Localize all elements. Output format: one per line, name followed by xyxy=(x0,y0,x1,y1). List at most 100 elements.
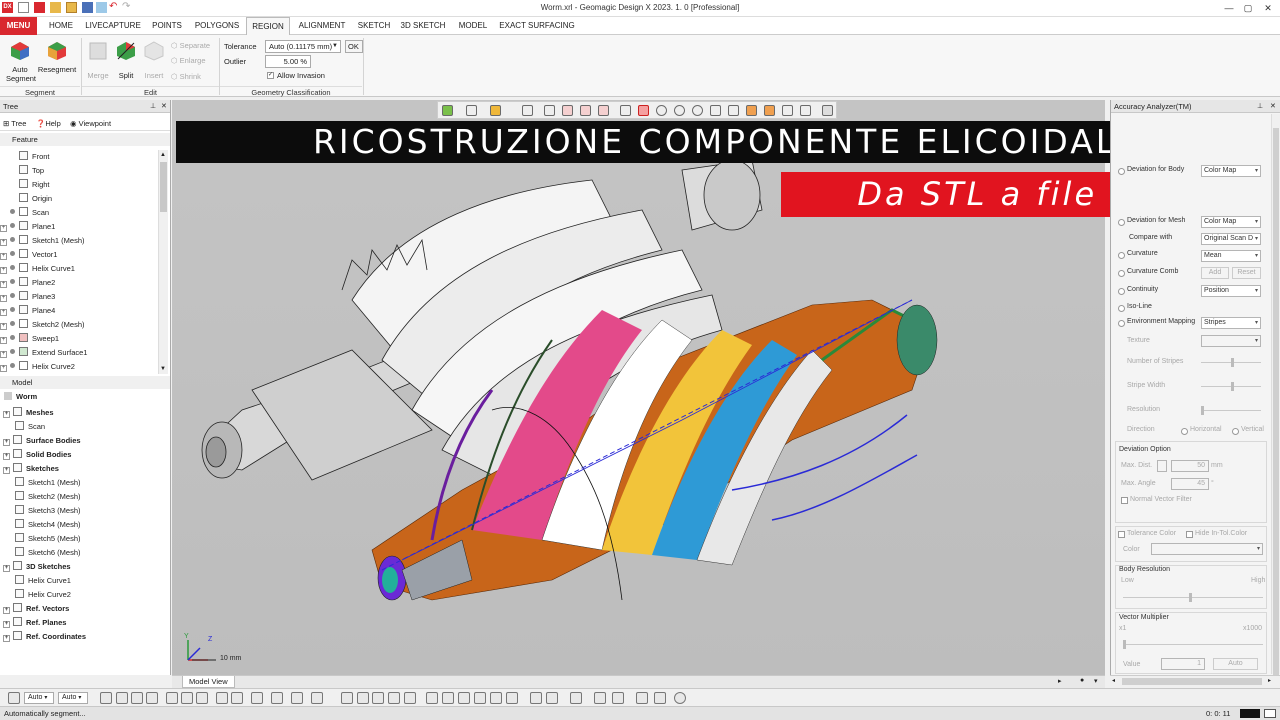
visibility-dot-icon[interactable] xyxy=(10,363,15,368)
rotate-icon[interactable] xyxy=(490,692,502,704)
tab-3d-sketch[interactable]: 3D SKETCH xyxy=(399,17,447,35)
iso-line-radio[interactable] xyxy=(1118,305,1125,312)
tab-menu-icon[interactable]: ▾ xyxy=(1094,677,1098,685)
select-edge-icon[interactable] xyxy=(166,692,178,704)
light-icon[interactable] xyxy=(636,692,648,704)
feature-item[interactable]: +Origin xyxy=(0,192,52,206)
select-sketch-icon[interactable] xyxy=(216,692,228,704)
feature-item[interactable]: + Plane1 xyxy=(0,220,55,234)
expand-icon[interactable]: + xyxy=(3,565,10,572)
deviation-for-mesh-select[interactable]: Color Map ▾ xyxy=(1201,216,1261,228)
tab-polygons[interactable]: POLYGONS xyxy=(192,17,242,35)
scroll-thumb[interactable] xyxy=(1122,678,1262,685)
line-select-icon[interactable] xyxy=(620,105,631,116)
model-item[interactable]: + Meshes xyxy=(3,406,54,420)
view-back-icon[interactable] xyxy=(372,692,384,704)
deviation-for-body-radio[interactable] xyxy=(1118,168,1125,175)
view-iso-icon[interactable] xyxy=(458,692,470,704)
view-front-icon[interactable] xyxy=(357,692,369,704)
feature-item[interactable]: +Scan xyxy=(0,206,49,220)
tab-region[interactable]: REGION xyxy=(246,17,290,35)
add-button[interactable]: Add xyxy=(1201,267,1229,279)
reset-button[interactable]: Reset xyxy=(1232,267,1261,279)
model-item[interactable]: Sketch4 (Mesh) xyxy=(15,518,81,532)
lasso-icon[interactable] xyxy=(562,105,573,116)
expand-icon[interactable]: + xyxy=(0,295,7,302)
expand-icon[interactable]: + xyxy=(0,239,7,246)
model-item[interactable]: + Surface Bodies xyxy=(3,434,81,448)
select-curve-icon[interactable] xyxy=(231,692,243,704)
rect-select-icon[interactable] xyxy=(638,105,649,116)
expand-icon[interactable]: + xyxy=(3,411,10,418)
max-dist-input[interactable]: 50 xyxy=(1171,460,1209,472)
slider-thumb[interactable] xyxy=(1123,640,1126,649)
expand-icon[interactable]: + xyxy=(0,225,7,232)
select-coord-icon[interactable] xyxy=(291,692,303,704)
shading-icon[interactable] xyxy=(654,692,666,704)
visibility-dot-icon[interactable] xyxy=(10,335,15,340)
expand-icon[interactable]: + xyxy=(3,453,10,460)
expand-icon[interactable]: + xyxy=(0,267,7,274)
select-feature-icon[interactable] xyxy=(311,692,323,704)
split-button[interactable]: Split xyxy=(113,41,139,80)
tab-sketch[interactable]: SKETCH xyxy=(354,17,394,35)
feature-scrollbar[interactable]: ▲ ▼ xyxy=(158,150,168,374)
visibility-dot-icon[interactable] xyxy=(10,265,15,270)
pan-icon[interactable] xyxy=(506,692,518,704)
feature-item[interactable]: + Plane3 xyxy=(0,290,55,304)
freehand-select-icon[interactable] xyxy=(692,105,703,116)
model-item[interactable]: Sketch5 (Mesh) xyxy=(15,532,81,546)
deviation-for-body-select[interactable]: Color Map ▾ xyxy=(1201,165,1261,177)
minimize-icon[interactable]: — xyxy=(1222,2,1236,14)
tolerance-color-checkbox[interactable] xyxy=(1118,531,1125,538)
accuracy-scrollbar[interactable] xyxy=(1271,114,1280,678)
value-input[interactable]: 1 xyxy=(1161,658,1205,670)
texture-select[interactable]: ▾ xyxy=(1201,335,1261,347)
box-select-icon[interactable] xyxy=(522,105,533,116)
model-item[interactable]: Helix Curve2 xyxy=(15,588,71,602)
model-root[interactable]: Worm xyxy=(4,392,37,401)
view-right-icon[interactable] xyxy=(404,692,416,704)
model-view-tab[interactable]: Model View xyxy=(182,676,235,688)
model-item[interactable]: Scan xyxy=(15,420,45,434)
model-item[interactable]: +3D Sketches xyxy=(3,560,71,574)
max-dist-toggle[interactable] xyxy=(1157,460,1167,472)
model-item[interactable]: + Ref. Planes xyxy=(3,616,66,630)
feature-item[interactable]: + Extend Surface1 xyxy=(0,346,87,360)
expand-icon[interactable]: + xyxy=(0,365,7,372)
expand-icon[interactable]: + xyxy=(0,281,7,288)
view-bottom-icon[interactable] xyxy=(442,692,454,704)
select-body-icon[interactable] xyxy=(196,692,208,704)
stripes-slider[interactable] xyxy=(1201,358,1261,367)
expand-icon[interactable]: + xyxy=(3,439,10,446)
zoom-in-icon[interactable] xyxy=(530,692,542,704)
environment-mapping-radio[interactable] xyxy=(1118,320,1125,327)
tab-alignment[interactable]: ALIGNMENT xyxy=(295,17,349,35)
select-vector-icon[interactable] xyxy=(271,692,283,704)
deviation-for-mesh-radio[interactable] xyxy=(1118,219,1125,226)
visibility-icon[interactable] xyxy=(612,692,624,704)
scroll-thumb[interactable] xyxy=(160,162,167,212)
feature-item[interactable]: + Sketch1 (Mesh) xyxy=(0,234,85,248)
auto-segment-button[interactable]: Auto Segment xyxy=(3,41,37,83)
model-item[interactable]: Sketch6 (Mesh) xyxy=(15,546,81,560)
tab-menu[interactable]: MENU xyxy=(0,17,37,35)
flood-select-icon[interactable] xyxy=(598,105,609,116)
visibility-dot-icon[interactable] xyxy=(10,237,15,242)
view-visible-only-icon[interactable] xyxy=(782,105,793,116)
curvature-comb-radio[interactable] xyxy=(1118,270,1125,277)
visibility-dot-icon[interactable] xyxy=(10,209,15,214)
model-item[interactable]: + Ref. Coordinates xyxy=(3,630,86,644)
select-all-icon[interactable] xyxy=(746,105,757,116)
model-item[interactable]: Sketch1 (Mesh) xyxy=(15,476,81,490)
tab-livecapture[interactable]: LIVECAPTURE xyxy=(84,17,142,35)
view-top-icon[interactable] xyxy=(426,692,438,704)
tab-scroll-right-icon[interactable]: ▸ xyxy=(1058,677,1062,685)
model-item[interactable]: Sketch2 (Mesh) xyxy=(15,490,81,504)
horizontal-radio[interactable] xyxy=(1181,428,1188,435)
curvature-select[interactable]: Mean ▾ xyxy=(1201,250,1261,262)
merge-button[interactable]: Merge xyxy=(85,41,111,80)
enlarge-button[interactable]: ⬡ Enlarge xyxy=(171,56,206,65)
scroll-left-icon[interactable]: ◂ xyxy=(1112,677,1115,684)
visibility-dot-icon[interactable] xyxy=(10,293,15,298)
